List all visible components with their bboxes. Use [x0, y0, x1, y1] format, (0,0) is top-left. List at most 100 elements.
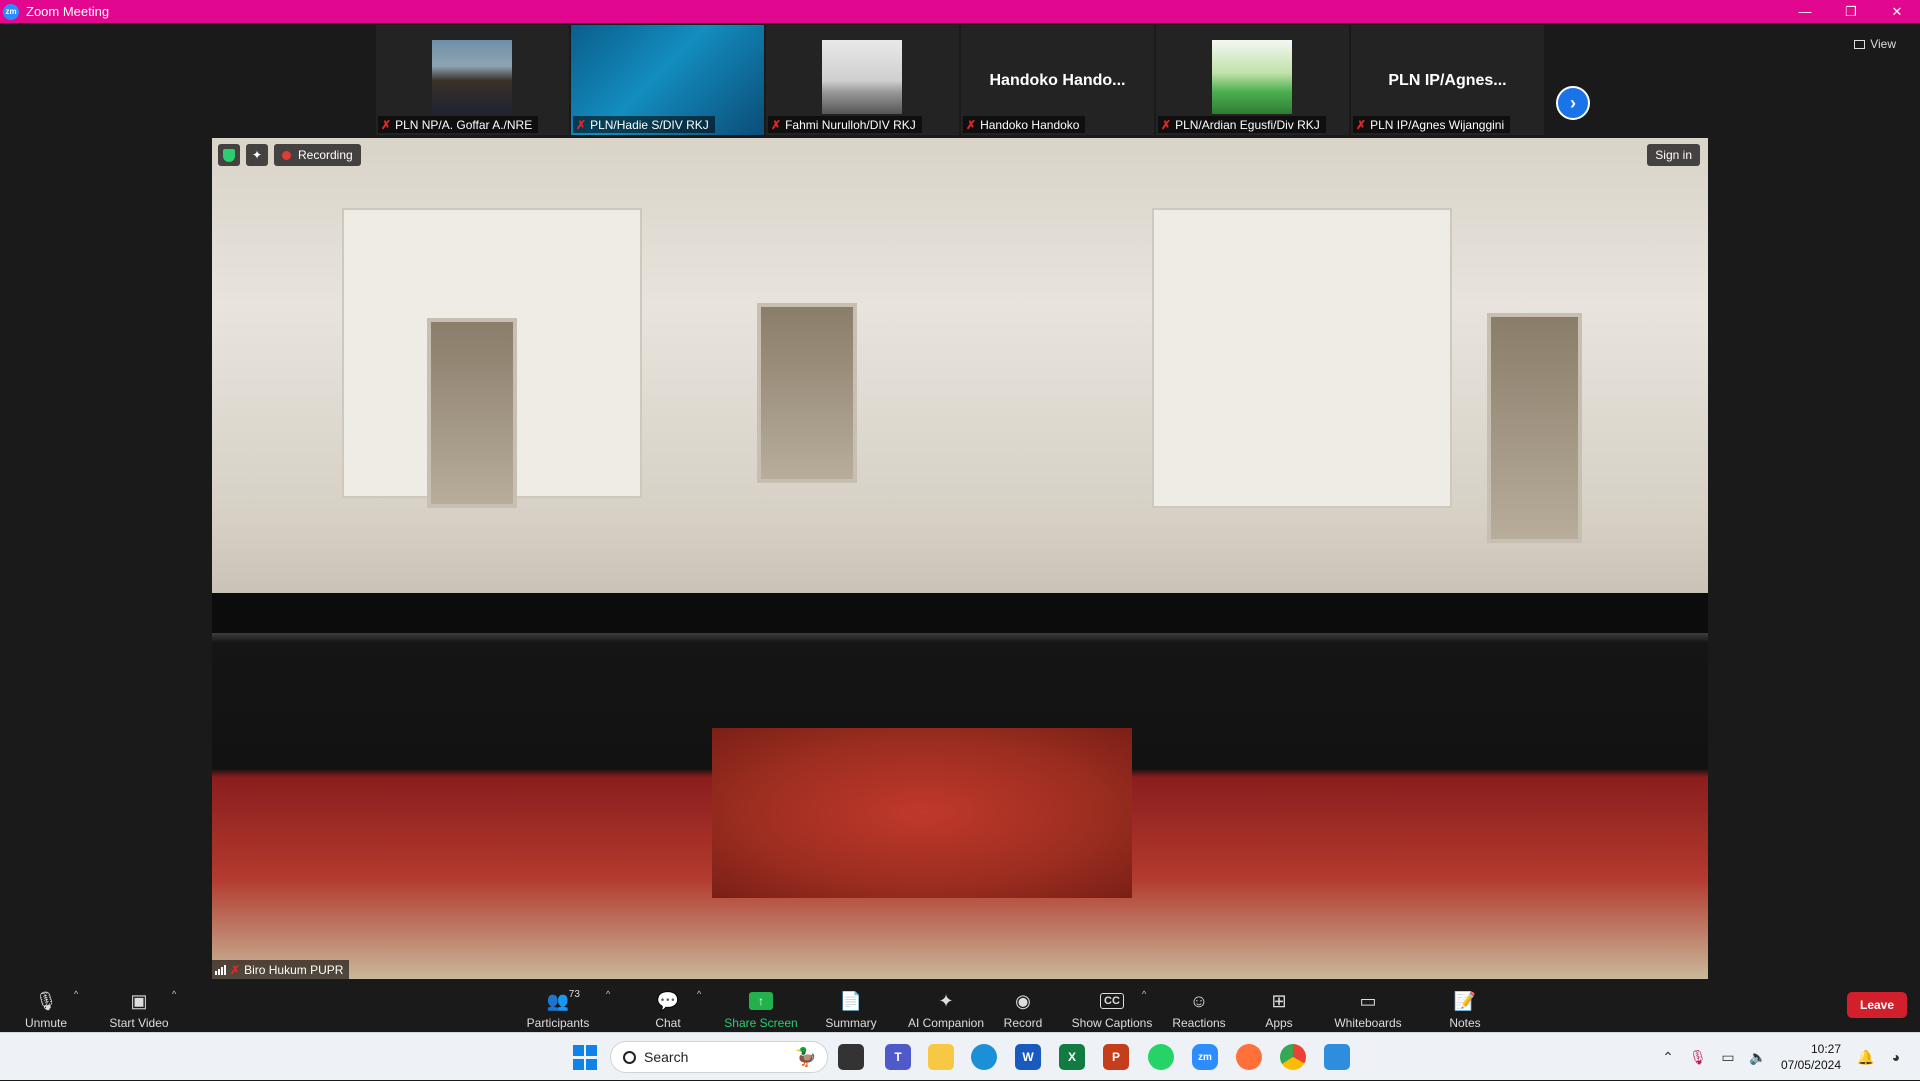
participant-video	[1212, 40, 1292, 114]
whiteboards-label: Whiteboards	[1334, 1016, 1402, 1030]
carpet	[712, 728, 1132, 898]
sign-in-button[interactable]: Sign in	[1647, 144, 1700, 166]
taskbar-search[interactable]: Search 🦆	[610, 1041, 828, 1073]
ai-companion-button[interactable]: ✦ AI Companion	[896, 984, 996, 1031]
summary-icon: 📄	[839, 990, 863, 1011]
restore-button[interactable]: ❐	[1828, 0, 1874, 23]
participant-name-tag: ✗ PLN/Ardian Egusfi/Div RKJ	[1158, 116, 1326, 133]
record-button[interactable]: ◉ Record	[1000, 984, 1046, 1031]
meeting-status-badges: ✦ Recording	[218, 144, 361, 166]
notification-bell-icon[interactable]: 🔔	[1854, 1045, 1878, 1069]
chat-button[interactable]: 💬 Chat	[648, 984, 688, 1031]
volume-icon[interactable]: 🔈	[1746, 1045, 1770, 1069]
share-screen-label: Share Screen	[724, 1016, 798, 1030]
apps-grid-icon: ⊞	[1271, 990, 1287, 1011]
mic-muted-icon: ✗	[771, 117, 782, 132]
speaker-name-tag: ✗ Biro Hukum PUPR	[212, 960, 350, 979]
participant-video	[432, 40, 512, 114]
active-speaker-video[interactable]: ✦ Recording Sign in ✗ Biro Hukum PUPR	[212, 138, 1708, 979]
participant-tile[interactable]: ✗ PLN NP/A. Goffar A./NRE	[376, 25, 569, 135]
microphone-in-use-icon[interactable]: 🎙	[1686, 1045, 1710, 1069]
room-window	[1487, 313, 1582, 543]
captions-chevron-icon[interactable]: ^	[1142, 989, 1146, 999]
sparkle-icon: ✦	[938, 990, 954, 1011]
video-options-chevron-icon[interactable]: ^	[172, 989, 176, 999]
word-icon[interactable]: W	[1015, 1044, 1041, 1070]
audio-options-chevron-icon[interactable]: ^	[74, 989, 78, 999]
show-captions-label: Show Captions	[1071, 1016, 1153, 1030]
chat-chevron-icon[interactable]: ^	[697, 989, 701, 999]
notes-label: Notes	[1449, 1016, 1481, 1030]
minimize-button[interactable]: —	[1782, 0, 1828, 23]
participant-tile[interactable]: ✗ PLN/Ardian Egusfi/Div RKJ	[1156, 25, 1349, 135]
teams-icon[interactable]: T	[885, 1044, 911, 1070]
recording-label: Recording	[298, 148, 353, 162]
participants-icon: 👥 73	[546, 989, 580, 1011]
leave-button[interactable]: Leave	[1847, 992, 1907, 1018]
copilot-icon[interactable]: ◕	[1884, 1045, 1908, 1069]
zoom-icon[interactable]: zm	[1192, 1044, 1218, 1070]
participant-tile[interactable]: PLN IP/Agnes... ✗ PLN IP/Agnes Wijanggin…	[1351, 25, 1544, 135]
start-video-label: Start Video	[109, 1016, 169, 1030]
participants-button[interactable]: 👥 73 Participants	[523, 984, 593, 1030]
participants-label: Participants	[526, 1016, 590, 1030]
window-title: Zoom Meeting	[26, 4, 110, 19]
ai-companion-label: AI Companion	[907, 1016, 985, 1030]
close-button[interactable]: ✕	[1874, 0, 1920, 23]
search-icon	[623, 1050, 636, 1064]
next-page-button[interactable]: ›	[1556, 86, 1590, 120]
edge-icon[interactable]	[971, 1044, 997, 1070]
video-off-icon: ▣	[130, 990, 148, 1011]
task-view-icon[interactable]	[838, 1044, 864, 1070]
mic-muted-icon: ✗	[966, 117, 977, 132]
signal-strength-icon	[215, 964, 226, 975]
show-hidden-icons-chevron-icon[interactable]: ⌃	[1656, 1045, 1680, 1069]
chrome-icon[interactable]	[1280, 1044, 1306, 1070]
notepad-icon[interactable]	[1324, 1044, 1350, 1070]
powerpoint-icon[interactable]: P	[1103, 1044, 1129, 1070]
participant-count: 73	[568, 989, 580, 1000]
gallery-view-icon	[1854, 39, 1866, 49]
apps-button[interactable]: ⊞ Apps	[1264, 984, 1294, 1031]
encryption-shield-icon[interactable]	[218, 144, 240, 166]
recording-badge[interactable]: Recording	[274, 144, 361, 166]
windows-taskbar: Search 🦆 T W X P zm ⌃ 🎙 ▭ 🔈 10:27 07/05/…	[0, 1032, 1920, 1080]
summary-label: Summary	[825, 1016, 877, 1030]
network-icon[interactable]: ▭	[1716, 1045, 1740, 1069]
start-video-button[interactable]: ▣ Start Video	[104, 984, 174, 1031]
clock-time: 10:27	[1810, 1042, 1841, 1056]
file-explorer-icon[interactable]	[928, 1044, 954, 1070]
participant-tile[interactable]: ✗ PLN/Hadie S/DIV RKJ	[571, 25, 764, 135]
record-icon: ◉	[1015, 990, 1031, 1011]
excel-icon[interactable]: X	[1059, 1044, 1085, 1070]
notes-button[interactable]: 📝 Notes	[1448, 984, 1482, 1031]
view-button[interactable]: View	[1846, 33, 1904, 55]
mic-muted-icon: ✗	[576, 117, 587, 132]
participant-tile[interactable]: Handoko Hando... ✗ Handoko Handoko	[961, 25, 1154, 135]
duck-search-highlight-icon: 🦆	[794, 1046, 817, 1067]
share-screen-button[interactable]: ↑ Share Screen	[722, 984, 800, 1030]
smiley-plus-icon: ☺	[1189, 990, 1209, 1011]
reactions-label: Reactions	[1172, 1016, 1226, 1030]
room-window	[427, 318, 517, 508]
whiteboards-button[interactable]: ▭ Whiteboards	[1332, 984, 1404, 1031]
clock-date: 07/05/2024	[1780, 1058, 1841, 1072]
participant-video	[822, 40, 902, 114]
summary-button[interactable]: 📄 Summary	[820, 984, 882, 1031]
window-controls: — ❐ ✕	[1782, 0, 1920, 23]
zoom-logo-icon: zm	[3, 3, 19, 20]
windows-start-icon[interactable]	[572, 1044, 598, 1070]
participant-tile[interactable]: ✗ Fahmi Nurulloh/DIV RKJ	[766, 25, 959, 135]
clock[interactable]: 10:27 07/05/2024	[1781, 1041, 1841, 1073]
mic-muted-icon: ✗	[230, 962, 241, 977]
participant-name-tag: ✗ Handoko Handoko	[963, 116, 1086, 133]
search-placeholder: Search	[644, 1049, 689, 1065]
reactions-button[interactable]: ☺ Reactions	[1170, 984, 1228, 1031]
whatsapp-icon[interactable]	[1148, 1044, 1174, 1070]
unmute-button[interactable]: 🎙 Unmute	[20, 984, 72, 1031]
firefox-icon[interactable]	[1236, 1044, 1262, 1070]
participants-chevron-icon[interactable]: ^	[606, 989, 610, 999]
apps-label: Apps	[1265, 1016, 1293, 1030]
ai-sparkle-icon[interactable]: ✦	[246, 144, 268, 166]
chat-label: Chat	[655, 1016, 681, 1030]
